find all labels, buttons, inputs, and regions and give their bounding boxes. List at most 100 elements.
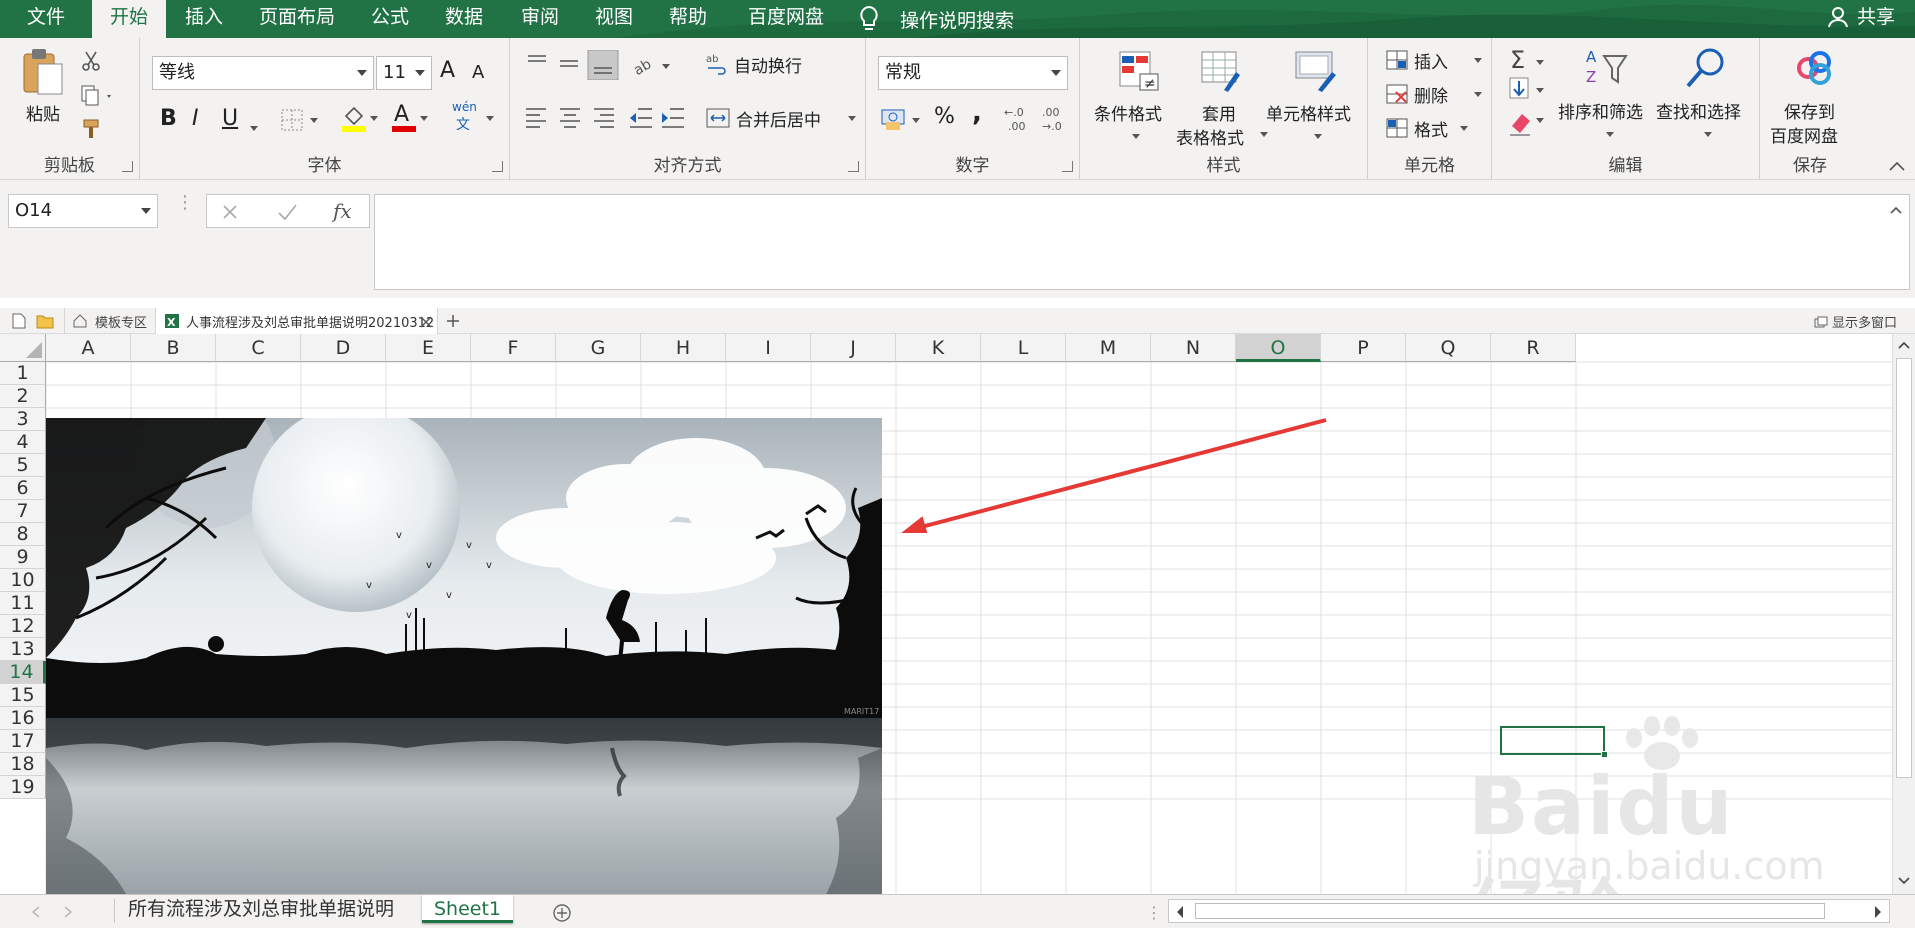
embedded-picture[interactable]: v v v v v v v MARIT17 <box>46 418 882 894</box>
enter-icon[interactable] <box>277 203 297 221</box>
scroll-left-icon[interactable] <box>1175 905 1185 919</box>
new-file-icon[interactable] <box>12 313 26 329</box>
tab-home[interactable]: 开始 <box>92 0 166 38</box>
font-size-box[interactable]: 11 <box>376 56 432 90</box>
row-header-13[interactable]: 13 <box>0 638 46 661</box>
column-header-a[interactable]: A <box>46 334 131 362</box>
tab-help[interactable]: 帮助 <box>656 0 720 38</box>
column-header-i[interactable]: I <box>726 334 811 362</box>
multi-window-button[interactable]: 显示多窗口 <box>1814 312 1897 331</box>
column-header-o[interactable]: O <box>1236 334 1321 362</box>
row-header-8[interactable]: 8 <box>0 523 46 546</box>
formula-bar-splitter[interactable]: ⋮ <box>176 194 194 222</box>
column-header-f[interactable]: F <box>471 334 556 362</box>
horizontal-scroll-thumb[interactable] <box>1195 903 1825 919</box>
row-header-10[interactable]: 10 <box>0 569 46 592</box>
tab-formulas[interactable]: 公式 <box>358 0 422 38</box>
fill-handle[interactable] <box>1601 751 1608 758</box>
row-header-1[interactable]: 1 <box>0 362 46 385</box>
underline-button[interactable]: U <box>222 106 238 131</box>
tab-page-layout[interactable]: 页面布局 <box>250 0 344 38</box>
formula-input[interactable] <box>374 194 1910 290</box>
shrink-font-button[interactable]: A <box>472 62 484 83</box>
plus-icon[interactable] <box>446 314 460 328</box>
sort-filter-button[interactable]: AZ 排序和筛选 <box>1558 46 1654 146</box>
italic-button[interactable]: I <box>192 106 199 131</box>
column-header-k[interactable]: K <box>896 334 981 362</box>
column-header-b[interactable]: B <box>131 334 216 362</box>
bold-button[interactable]: B <box>160 106 177 131</box>
orientation-icon[interactable]: ab <box>632 54 674 78</box>
column-header-q[interactable]: Q <box>1406 334 1491 362</box>
row-header-18[interactable]: 18 <box>0 753 46 776</box>
clipboard-launcher[interactable] <box>122 161 133 172</box>
active-cell[interactable] <box>1500 726 1608 758</box>
share-button[interactable]: 共享 <box>1827 0 1895 38</box>
row-header-14[interactable]: 14 <box>0 661 46 684</box>
cell-styles-button[interactable]: 单元格样式 <box>1266 48 1362 148</box>
row-header-12[interactable]: 12 <box>0 615 46 638</box>
delete-cells-button[interactable]: 删除 <box>1386 80 1486 108</box>
alignment-launcher[interactable] <box>848 161 859 172</box>
select-all-button[interactable] <box>0 334 46 362</box>
indent-icons[interactable] <box>628 104 688 132</box>
row-header-2[interactable]: 2 <box>0 385 46 408</box>
percent-button[interactable]: % <box>934 104 955 129</box>
close-icon[interactable] <box>420 316 432 328</box>
conditional-format-button[interactable]: ≠ 条件格式 <box>1094 48 1174 148</box>
row-header-7[interactable]: 7 <box>0 500 46 523</box>
vertical-scroll-thumb[interactable] <box>1896 358 1912 778</box>
column-header-d[interactable]: D <box>301 334 386 362</box>
row-header-9[interactable]: 9 <box>0 546 46 569</box>
tell-me-search[interactable]: 操作说明搜索 <box>858 4 1014 34</box>
find-select-button[interactable]: 查找和选择 <box>1656 46 1752 146</box>
tab-insert[interactable]: 插入 <box>172 0 236 38</box>
sheet-tab-active[interactable]: Sheet1 <box>422 895 514 923</box>
row-header-3[interactable]: 3 <box>0 408 46 431</box>
row-header-16[interactable]: 16 <box>0 707 46 730</box>
sheet-tab-1[interactable]: 所有流程涉及刘总审批单据说明 <box>116 895 406 923</box>
prev-sheet-icon[interactable] <box>30 905 42 919</box>
editing-small-icons[interactable]: Σ <box>1508 46 1552 146</box>
column-header-n[interactable]: N <box>1151 334 1236 362</box>
number-format-box[interactable]: 常规 <box>878 56 1068 90</box>
save-baidu-button[interactable]: 保存到 百度网盘 <box>1770 46 1854 150</box>
format-as-table-button[interactable]: 套用 表格格式 <box>1176 48 1268 149</box>
horizontal-scrollbar[interactable] <box>1168 899 1890 923</box>
scroll-right-icon[interactable] <box>1873 905 1883 919</box>
cut-button[interactable] <box>80 50 102 72</box>
column-header-e[interactable]: E <box>386 334 471 362</box>
tab-review[interactable]: 审阅 <box>508 0 572 38</box>
font-launcher[interactable] <box>492 161 503 172</box>
folder-icon[interactable] <box>36 313 54 329</box>
horizontal-align-icons[interactable] <box>524 104 634 132</box>
scroll-down-icon[interactable] <box>1897 876 1911 886</box>
accounting-format-icon[interactable] <box>880 106 924 132</box>
column-header-m[interactable]: M <box>1066 334 1151 362</box>
tab-view[interactable]: 视图 <box>582 0 646 38</box>
column-header-g[interactable]: G <box>556 334 641 362</box>
grow-font-button[interactable]: A <box>440 58 455 83</box>
column-header-c[interactable]: C <box>216 334 301 362</box>
vertical-align-icons[interactable] <box>524 50 634 80</box>
number-launcher[interactable] <box>1062 161 1073 172</box>
comma-button[interactable]: , <box>972 98 982 128</box>
row-header-17[interactable]: 17 <box>0 730 46 753</box>
chevron-up-icon[interactable] <box>1889 205 1903 215</box>
insert-function-button[interactable]: fx <box>333 199 352 223</box>
name-box[interactable]: O14 <box>8 194 158 228</box>
borders-button[interactable] <box>280 108 320 132</box>
row-header-15[interactable]: 15 <box>0 684 46 707</box>
insert-cells-button[interactable]: 插入 <box>1386 46 1486 74</box>
column-header-h[interactable]: H <box>641 334 726 362</box>
wrap-text-button[interactable]: ab 自动换行 <box>706 50 856 80</box>
chevron-down-icon[interactable] <box>246 118 258 137</box>
font-name-box[interactable]: 等线 <box>152 56 374 90</box>
row-header-11[interactable]: 11 <box>0 592 46 615</box>
row-header-6[interactable]: 6 <box>0 477 46 500</box>
phonetic-button[interactable]: wén 文 <box>452 100 502 133</box>
collapse-ribbon-icon[interactable] <box>1888 160 1906 172</box>
column-header-r[interactable]: R <box>1491 334 1576 362</box>
scroll-up-icon[interactable] <box>1897 340 1911 350</box>
tab-baidu-pan[interactable]: 百度网盘 <box>738 0 834 38</box>
